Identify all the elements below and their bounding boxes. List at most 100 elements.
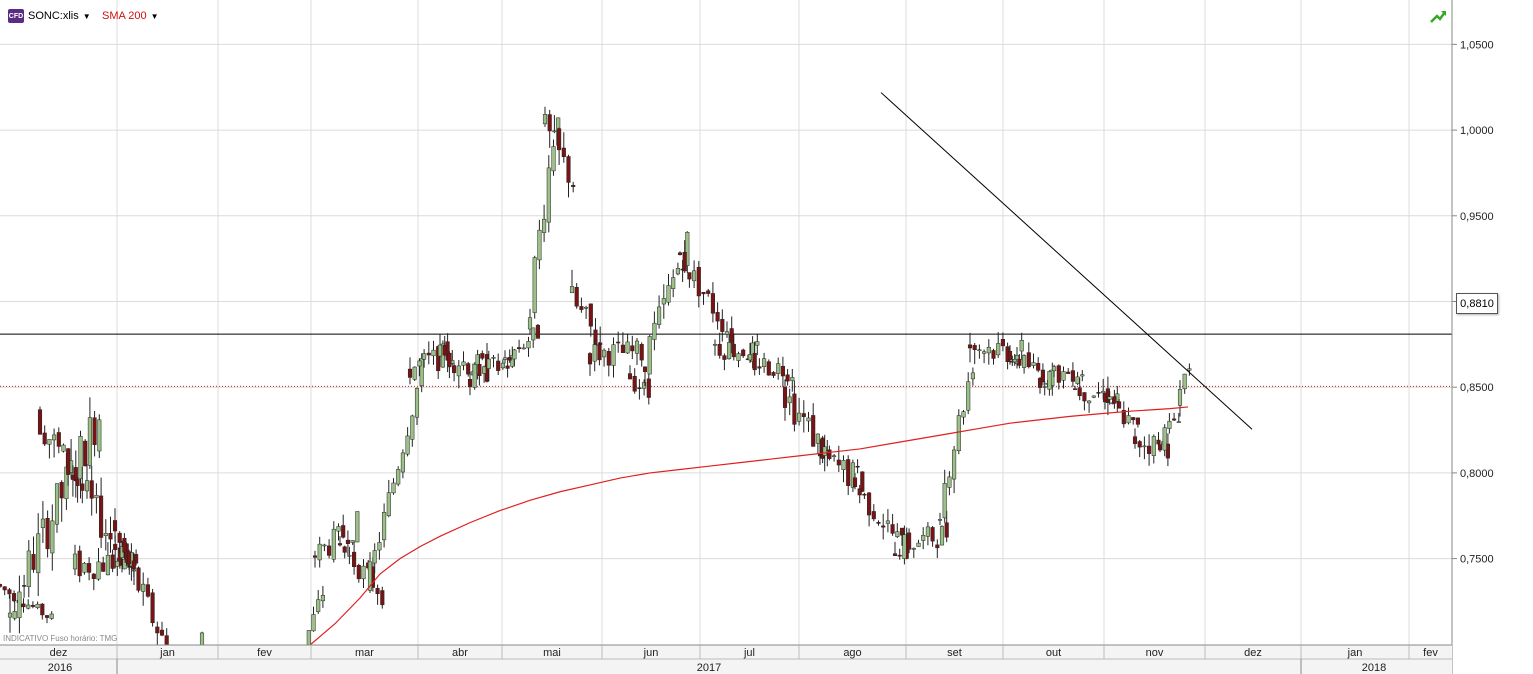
- down-candle: [83, 439, 88, 467]
- cfd-icon: CFD: [8, 9, 24, 23]
- candle-body: [647, 336, 652, 375]
- down-candle: [620, 332, 625, 353]
- candle-body: [731, 343, 736, 358]
- candle-body: [986, 347, 991, 354]
- candle-body: [322, 544, 327, 547]
- down-candle: [1132, 428, 1138, 449]
- down-candle: [792, 380, 797, 432]
- candle-body: [682, 251, 687, 272]
- candle-body: [652, 322, 657, 340]
- month-label: fev: [257, 647, 272, 659]
- up-candle: [391, 478, 396, 495]
- up-candle: [331, 521, 336, 563]
- candle-body: [2, 586, 7, 591]
- up-candle: [1177, 380, 1183, 417]
- candle-body: [551, 146, 556, 172]
- down-candle: [87, 557, 92, 581]
- up-candle: [361, 559, 366, 589]
- down-candle: [99, 477, 104, 548]
- candle-body: [630, 345, 635, 352]
- down-candle: [836, 445, 841, 472]
- down-candle: [44, 614, 50, 624]
- up-candle: [87, 397, 92, 469]
- candle-body: [0, 584, 3, 587]
- up-candle: [322, 543, 327, 552]
- candle-body: [382, 512, 387, 541]
- down-candle: [557, 127, 562, 165]
- candle-body: [857, 488, 862, 496]
- down-candle: [855, 459, 860, 474]
- down-candle: [45, 510, 50, 558]
- candle-body: [122, 537, 127, 553]
- candle-body: [82, 562, 87, 573]
- up-candle: [1167, 413, 1172, 434]
- up-candle: [895, 523, 900, 539]
- candle-body: [639, 344, 644, 361]
- down-candle: [150, 588, 155, 627]
- down-candle: [991, 348, 996, 365]
- candle-body: [755, 341, 760, 346]
- down-candle: [892, 541, 898, 556]
- indicator-selector[interactable]: SMA 200 ▼: [102, 8, 159, 24]
- candle-body: [117, 532, 122, 543]
- up-candle: [431, 340, 436, 365]
- up-candle: [986, 339, 991, 365]
- candle-body: [671, 277, 676, 289]
- candle-body: [1066, 371, 1071, 374]
- down-candle: [136, 566, 141, 593]
- down-candle: [77, 545, 82, 583]
- candle-body: [37, 409, 43, 435]
- candle-body: [1017, 358, 1022, 366]
- candle-body: [472, 364, 477, 388]
- candle-body: [80, 483, 85, 491]
- up-candle: [84, 463, 90, 499]
- candle-body: [1117, 401, 1122, 409]
- up-candle: [692, 260, 697, 289]
- month-label: mai: [543, 647, 561, 659]
- down-candle: [811, 403, 816, 447]
- candle-body: [131, 560, 136, 570]
- candle-body: [1182, 373, 1187, 390]
- candle-body: [452, 365, 457, 374]
- candle-body: [852, 477, 858, 487]
- up-candle: [666, 273, 671, 306]
- candle-body: [832, 455, 837, 457]
- candle-body: [337, 543, 343, 546]
- down-candle: [21, 598, 26, 613]
- candle-body: [372, 550, 377, 564]
- candle-body: [666, 285, 671, 303]
- candle-body: [22, 585, 27, 587]
- candle-body: [871, 511, 876, 520]
- down-candle: [862, 492, 867, 499]
- down-candle: [780, 356, 785, 388]
- candle-body: [1137, 441, 1142, 448]
- down-candle: [91, 573, 96, 591]
- up-candle: [625, 333, 630, 354]
- candle-body: [881, 525, 886, 528]
- month-label: out: [1046, 647, 1061, 659]
- candle-body: [345, 539, 350, 544]
- down-candle: [616, 331, 621, 353]
- up-candle: [921, 527, 926, 550]
- candle-body: [692, 270, 697, 282]
- caret-down-icon[interactable]: ▼: [151, 12, 159, 21]
- down-candle: [407, 357, 413, 385]
- down-candle: [890, 514, 895, 536]
- candle-body: [54, 483, 60, 525]
- candle-body: [717, 343, 722, 356]
- down-candle: [341, 514, 346, 539]
- up-candle: [12, 600, 17, 621]
- down-candle: [505, 357, 510, 378]
- caret-down-icon[interactable]: ▼: [83, 12, 91, 21]
- candle-body: [996, 343, 1001, 356]
- candle-body: [1042, 386, 1047, 388]
- trend-up-icon[interactable]: [1429, 8, 1447, 24]
- up-candle: [1087, 400, 1092, 413]
- candle-body: [677, 252, 683, 255]
- candle-body: [361, 565, 366, 580]
- symbol-selector[interactable]: CFD SONC:xlis ▼: [8, 8, 91, 24]
- candle-body: [579, 306, 584, 310]
- candle-body: [1052, 366, 1057, 372]
- candle-body: [1107, 396, 1112, 400]
- up-candle: [736, 351, 741, 368]
